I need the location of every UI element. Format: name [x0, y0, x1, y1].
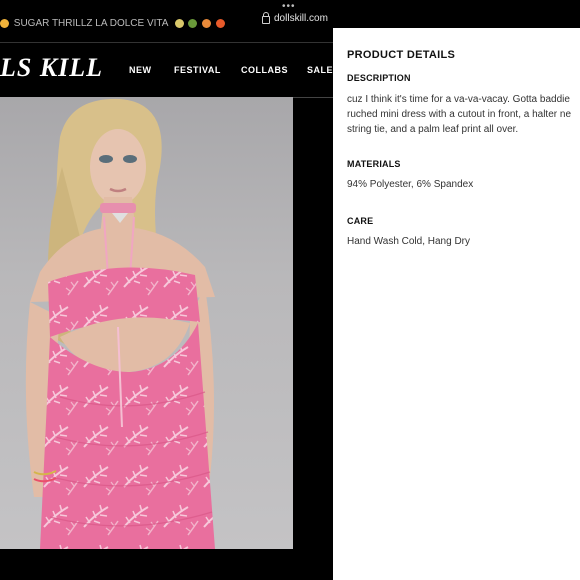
description-line: string tie, and a palm leaf print all ov…	[347, 124, 519, 135]
materials-label: MATERIALS	[347, 159, 401, 169]
model-photo	[25, 98, 215, 549]
product-details-title: PRODUCT DETAILS	[347, 49, 456, 61]
emoji-icon	[202, 18, 212, 28]
emoji-icon	[0, 18, 9, 28]
url-text: dollskill.com	[274, 13, 328, 24]
brand-logo[interactable]: LS KILL	[0, 53, 103, 83]
description-text: cuz I think it's time for a va-va-vacay.…	[347, 92, 571, 137]
promo-text: SUGAR THRILLZ LA DOLCE VITA	[13, 18, 168, 29]
care-text: Hand Wash Cold, Hang Dry	[347, 236, 471, 247]
nav-new[interactable]: NEW	[129, 65, 152, 75]
description-label: DESCRIPTION	[347, 73, 411, 83]
lock-icon	[262, 12, 270, 24]
materials-text: 94% Polyester, 6% Spandex	[347, 179, 474, 190]
description-line: cuz I think it's time for a va-va-vacay.…	[347, 94, 570, 105]
care-label: CARE	[347, 216, 374, 226]
promo-banner[interactable]: SUGAR THRILLZ LA DOLCE VITA	[0, 18, 227, 29]
product-details-panel: PRODUCT DETAILS DESCRIPTION cuz I think …	[333, 28, 580, 580]
nav-sale[interactable]: SALE	[307, 65, 333, 75]
nav-festival[interactable]: FESTIVAL	[174, 65, 221, 75]
more-options-icon[interactable]: •••	[282, 2, 296, 12]
description-line: ruched mini dress with a cutout in front…	[347, 109, 572, 120]
emoji-icon	[216, 18, 226, 28]
emoji-icon	[188, 18, 198, 28]
product-image[interactable]	[0, 97, 293, 549]
browser-bar: ••• dollskill.com SUGAR THRILLZ LA DOLCE…	[0, 0, 580, 30]
nav-collabs[interactable]: COLLABS	[241, 65, 288, 75]
emoji-icon	[174, 18, 184, 28]
address-bar[interactable]: dollskill.com	[262, 12, 328, 24]
site-header: LS KILL NEW FESTIVAL COLLABS SALE	[0, 42, 333, 98]
